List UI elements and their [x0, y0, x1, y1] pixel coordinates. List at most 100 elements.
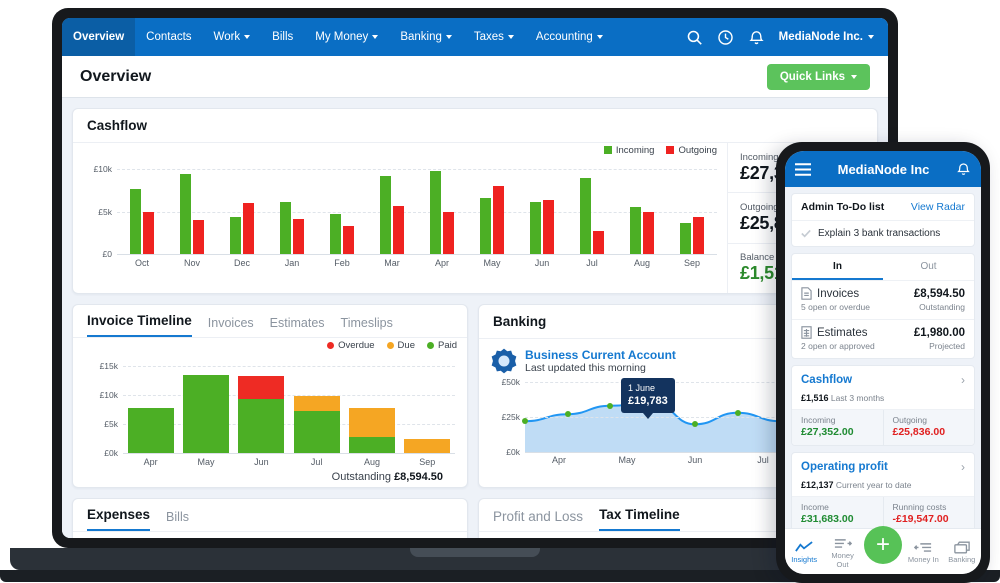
phone-todo-title: Admin To-Do list	[801, 201, 884, 213]
tab-bills[interactable]: Bills	[166, 510, 189, 531]
middle-row: Invoice Timeline Invoices Estimates Time…	[72, 304, 878, 488]
tab-invoices[interactable]: Invoices	[208, 316, 254, 337]
phone-row-estimates[interactable]: Estimates £1,980.00 2 open or approved P…	[792, 320, 974, 358]
phone-navbar: MediaNode Inc	[785, 151, 981, 187]
tab-profit-and-loss[interactable]: Profit and Loss	[493, 509, 583, 531]
add-button[interactable]: +	[864, 526, 902, 564]
phone-tab-in[interactable]: In	[792, 254, 883, 280]
tab-estimates[interactable]: Estimates	[270, 316, 325, 337]
chevron-right-icon[interactable]: ›	[961, 460, 965, 474]
row-sub-right: Projected	[929, 341, 965, 351]
y-axis-tick: £15k	[100, 361, 118, 371]
nav-item-bills[interactable]: Bills	[261, 18, 304, 56]
nav-item-overview[interactable]: Overview	[62, 18, 135, 56]
nav-item-banking[interactable]: Banking	[389, 18, 463, 56]
x-axis-tick: Jan	[267, 258, 317, 268]
cashflow-bar-chart: Incoming Outgoing £0£5k£10k OctNovDecJan…	[73, 143, 727, 293]
nav-item-contacts[interactable]: Contacts	[135, 18, 202, 56]
data-point	[607, 403, 613, 409]
legend-label: Incoming	[616, 145, 655, 156]
nav-item-work[interactable]: Work	[203, 18, 262, 56]
bar-segment-due	[294, 396, 340, 412]
phone-cashflow-split: Incoming £27,352.00 Outgoing £25,836.00	[792, 409, 974, 445]
bar-outgoing	[493, 186, 504, 254]
nav-label: Bills	[272, 31, 293, 43]
phone-tab-banking[interactable]: Banking	[945, 539, 979, 564]
tab-invoice-timeline[interactable]: Invoice Timeline	[87, 313, 192, 337]
check-icon	[801, 229, 811, 238]
phone-tab-bar: Insights Money Out + Money In Banking	[785, 528, 981, 574]
view-radar-link[interactable]: View Radar	[911, 201, 965, 213]
nav-label: My Money	[315, 31, 368, 43]
bar-incoming	[430, 171, 441, 254]
phone-tab-out[interactable]: Out	[883, 254, 974, 280]
phone-row-invoices[interactable]: Invoices £8,594.50 5 open or overdue Out…	[792, 281, 974, 320]
laptop-bezel: Overview Contacts Work Bills My Money Ba…	[52, 8, 898, 548]
bar-segment-paid	[128, 408, 174, 453]
tab-label: Insights	[787, 555, 821, 564]
expenses-summary-row: 16 Recent Expenses Balance Owed £120.94	[73, 532, 467, 538]
y-axis-tick: £5k	[98, 207, 112, 217]
phone-tab-money-out[interactable]: Money Out	[826, 535, 860, 569]
phone-cashflow-incoming: Incoming £27,352.00	[792, 410, 883, 445]
bar-segment-paid	[238, 399, 284, 454]
chevron-down-icon	[851, 75, 857, 79]
phone-operating-profit-card[interactable]: Operating profit › £12,137 Current year …	[791, 452, 975, 533]
stacked-bar	[404, 439, 450, 454]
x-axis-tick: Feb	[317, 258, 367, 268]
search-icon[interactable]	[686, 29, 703, 46]
row-sub-left: 5 open or overdue	[801, 302, 870, 312]
phone-todo-item[interactable]: Explain 3 bank transactions	[792, 221, 974, 246]
legend-item-paid: Paid	[427, 340, 457, 351]
nav-item-accounting[interactable]: Accounting	[525, 18, 614, 56]
y-axis-tick: £50k	[502, 377, 520, 387]
bar-group	[217, 169, 267, 254]
stacked-bar-series	[123, 366, 455, 453]
company-switcher[interactable]: MediaNode Inc.	[779, 31, 874, 43]
cashflow-title: Cashflow	[73, 109, 877, 143]
y-axis-tick: £0k	[104, 448, 118, 458]
tab-tax-timeline[interactable]: Tax Timeline	[599, 507, 680, 531]
nav-label: Work	[214, 31, 241, 43]
chevron-down-icon	[446, 35, 452, 39]
y-axis-tick: £25k	[502, 412, 520, 422]
bar-incoming	[180, 174, 191, 254]
phone-cashflow-card[interactable]: Cashflow › £1,516 Last 3 months Incoming…	[791, 365, 975, 446]
hamburger-menu-icon[interactable]	[795, 163, 811, 176]
chart-line-icon	[787, 539, 821, 555]
top-navigation-bar: Overview Contacts Work Bills My Money Ba…	[62, 18, 888, 56]
legend-label: Due	[398, 340, 415, 351]
bell-icon[interactable]	[956, 161, 971, 177]
money-out-icon	[826, 535, 860, 551]
timer-icon[interactable]	[717, 29, 734, 46]
phone-tab-insights[interactable]: Insights	[787, 539, 821, 564]
bar-incoming	[280, 202, 291, 254]
y-axis-tick: £0	[103, 249, 112, 259]
phone-cashflow-sub: £1,516 Last 3 months	[792, 393, 974, 409]
bar-group	[417, 169, 467, 254]
laptop-base-notch	[410, 548, 540, 557]
bar-incoming	[530, 202, 541, 254]
chevron-right-icon[interactable]: ›	[961, 373, 965, 387]
expenses-tabs: Expenses Bills	[73, 499, 467, 532]
x-axis-tick: Aug	[344, 457, 399, 467]
x-axis-tick: May	[178, 457, 233, 467]
nav-item-taxes[interactable]: Taxes	[463, 18, 525, 56]
chevron-down-icon	[372, 35, 378, 39]
nav-label: Accounting	[536, 31, 593, 43]
bar-outgoing	[543, 200, 554, 254]
x-axis-tick: Aug	[617, 258, 667, 268]
chevron-down-icon	[244, 35, 250, 39]
stacked-bar	[294, 396, 340, 453]
stacked-bar	[128, 408, 174, 453]
invoice-plot-area: £0k£5k£10k£15k	[123, 366, 455, 454]
nav-label: Banking	[400, 31, 442, 43]
bar-group	[234, 366, 289, 453]
nav-item-my-money[interactable]: My Money	[304, 18, 389, 56]
tab-timeslips[interactable]: Timeslips	[341, 316, 393, 337]
phone-tab-money-in[interactable]: Money In	[906, 539, 940, 564]
tab-expenses[interactable]: Expenses	[87, 507, 150, 531]
quick-links-button[interactable]: Quick Links	[767, 64, 870, 90]
phone-operating-title: Operating profit	[801, 461, 888, 473]
bell-icon[interactable]	[748, 29, 765, 46]
